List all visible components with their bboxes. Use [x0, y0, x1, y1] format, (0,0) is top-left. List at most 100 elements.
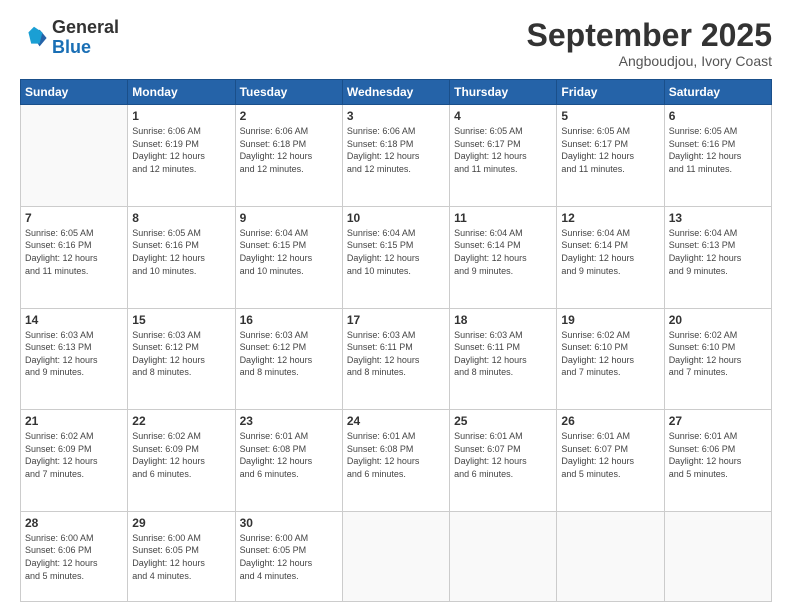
day-info: Sunrise: 6:03 AM Sunset: 6:12 PM Dayligh…	[132, 329, 230, 379]
table-row	[450, 511, 557, 601]
day-info: Sunrise: 6:02 AM Sunset: 6:09 PM Dayligh…	[132, 430, 230, 480]
col-sunday: Sunday	[21, 80, 128, 105]
title-block: September 2025 Angboudjou, Ivory Coast	[527, 18, 772, 69]
col-friday: Friday	[557, 80, 664, 105]
location-subtitle: Angboudjou, Ivory Coast	[527, 53, 772, 69]
calendar-week-row: 7 Sunrise: 6:05 AM Sunset: 6:16 PM Daylig…	[21, 206, 772, 308]
day-number: 10	[347, 211, 445, 225]
calendar-header-row: Sunday Monday Tuesday Wednesday Thursday…	[21, 80, 772, 105]
day-info: Sunrise: 6:05 AM Sunset: 6:16 PM Dayligh…	[25, 227, 123, 277]
table-row: 18Sunrise: 6:03 AM Sunset: 6:11 PM Dayli…	[450, 308, 557, 410]
day-info: Sunrise: 6:06 AM Sunset: 6:18 PM Dayligh…	[347, 125, 445, 175]
day-number: 25	[454, 414, 552, 428]
day-number: 2	[240, 109, 338, 123]
table-row: 24Sunrise: 6:01 AM Sunset: 6:08 PM Dayli…	[342, 410, 449, 512]
calendar-week-row: 28 Sunrise: 6:00 AM Sunset: 6:06 PM Dayli…	[21, 511, 772, 601]
day-number: 12	[561, 211, 659, 225]
col-wednesday: Wednesday	[342, 80, 449, 105]
day-info: Sunrise: 6:02 AM Sunset: 6:10 PM Dayligh…	[669, 329, 767, 379]
table-row: 17Sunrise: 6:03 AM Sunset: 6:11 PM Dayli…	[342, 308, 449, 410]
table-row: 6Sunrise: 6:05 AM Sunset: 6:16 PM Daylig…	[664, 105, 771, 207]
day-number: 13	[669, 211, 767, 225]
logo-text: General Blue	[52, 18, 119, 58]
day-number: 15	[132, 313, 230, 327]
day-info: Sunrise: 6:03 AM Sunset: 6:13 PM Dayligh…	[25, 329, 123, 379]
table-row: 11 Sunrise: 6:04 AM Sunset: 6:14 PM Dayli…	[450, 206, 557, 308]
table-row: 19 Sunrise: 6:02 AM Sunset: 6:10 PM Dayli…	[557, 308, 664, 410]
table-row: 29Sunrise: 6:00 AM Sunset: 6:05 PM Dayli…	[128, 511, 235, 601]
day-info: Sunrise: 6:05 AM Sunset: 6:17 PM Dayligh…	[454, 125, 552, 175]
day-number: 8	[132, 211, 230, 225]
table-row: 23Sunrise: 6:01 AM Sunset: 6:08 PM Dayli…	[235, 410, 342, 512]
table-row: 20 Sunrise: 6:02 AM Sunset: 6:10 PM Dayli…	[664, 308, 771, 410]
table-row	[342, 511, 449, 601]
day-number: 16	[240, 313, 338, 327]
day-info: Sunrise: 6:05 AM Sunset: 6:17 PM Dayligh…	[561, 125, 659, 175]
table-row: 3 Sunrise: 6:06 AM Sunset: 6:18 PM Daylig…	[342, 105, 449, 207]
day-info: Sunrise: 6:02 AM Sunset: 6:09 PM Dayligh…	[25, 430, 123, 480]
header: General Blue September 2025 Angboudjou, …	[20, 18, 772, 69]
calendar-week-row: 14 Sunrise: 6:03 AM Sunset: 6:13 PM Dayli…	[21, 308, 772, 410]
table-row: 2 Sunrise: 6:06 AM Sunset: 6:18 PM Daylig…	[235, 105, 342, 207]
page: General Blue September 2025 Angboudjou, …	[0, 0, 792, 612]
table-row: 28 Sunrise: 6:00 AM Sunset: 6:06 PM Dayli…	[21, 511, 128, 601]
day-info: Sunrise: 6:02 AM Sunset: 6:10 PM Dayligh…	[561, 329, 659, 379]
day-info: Sunrise: 6:00 AM Sunset: 6:06 PM Dayligh…	[25, 532, 123, 582]
table-row	[557, 511, 664, 601]
col-thursday: Thursday	[450, 80, 557, 105]
table-row: 26 Sunrise: 6:01 AM Sunset: 6:07 PM Dayli…	[557, 410, 664, 512]
day-number: 4	[454, 109, 552, 123]
day-number: 17	[347, 313, 445, 327]
table-row: 25Sunrise: 6:01 AM Sunset: 6:07 PM Dayli…	[450, 410, 557, 512]
day-number: 29	[132, 516, 230, 530]
day-info: Sunrise: 6:04 AM Sunset: 6:14 PM Dayligh…	[454, 227, 552, 277]
day-info: Sunrise: 6:01 AM Sunset: 6:07 PM Dayligh…	[561, 430, 659, 480]
day-number: 1	[132, 109, 230, 123]
table-row: 7 Sunrise: 6:05 AM Sunset: 6:16 PM Daylig…	[21, 206, 128, 308]
day-info: Sunrise: 6:06 AM Sunset: 6:18 PM Dayligh…	[240, 125, 338, 175]
table-row: 22 Sunrise: 6:02 AM Sunset: 6:09 PM Dayli…	[128, 410, 235, 512]
day-number: 21	[25, 414, 123, 428]
day-number: 7	[25, 211, 123, 225]
logo-general: General	[52, 17, 119, 37]
day-info: Sunrise: 6:04 AM Sunset: 6:15 PM Dayligh…	[347, 227, 445, 277]
day-number: 26	[561, 414, 659, 428]
day-number: 14	[25, 313, 123, 327]
table-row: 12 Sunrise: 6:04 AM Sunset: 6:14 PM Dayli…	[557, 206, 664, 308]
day-info: Sunrise: 6:01 AM Sunset: 6:08 PM Dayligh…	[240, 430, 338, 480]
col-monday: Monday	[128, 80, 235, 105]
calendar-table: Sunday Monday Tuesday Wednesday Thursday…	[20, 79, 772, 602]
calendar-week-row: 21 Sunrise: 6:02 AM Sunset: 6:09 PM Dayli…	[21, 410, 772, 512]
logo-blue: Blue	[52, 37, 91, 57]
day-info: Sunrise: 6:00 AM Sunset: 6:05 PM Dayligh…	[240, 532, 338, 582]
day-number: 3	[347, 109, 445, 123]
day-info: Sunrise: 6:03 AM Sunset: 6:12 PM Dayligh…	[240, 329, 338, 379]
day-info: Sunrise: 6:03 AM Sunset: 6:11 PM Dayligh…	[454, 329, 552, 379]
table-row: 8Sunrise: 6:05 AM Sunset: 6:16 PM Daylig…	[128, 206, 235, 308]
table-row: 27Sunrise: 6:01 AM Sunset: 6:06 PM Dayli…	[664, 410, 771, 512]
day-number: 20	[669, 313, 767, 327]
day-number: 27	[669, 414, 767, 428]
day-number: 22	[132, 414, 230, 428]
table-row	[664, 511, 771, 601]
table-row: 1Sunrise: 6:06 AM Sunset: 6:19 PM Daylig…	[128, 105, 235, 207]
col-saturday: Saturday	[664, 80, 771, 105]
day-number: 5	[561, 109, 659, 123]
day-number: 11	[454, 211, 552, 225]
day-info: Sunrise: 6:04 AM Sunset: 6:13 PM Dayligh…	[669, 227, 767, 277]
day-info: Sunrise: 6:04 AM Sunset: 6:15 PM Dayligh…	[240, 227, 338, 277]
table-row: 15 Sunrise: 6:03 AM Sunset: 6:12 PM Dayli…	[128, 308, 235, 410]
calendar-week-row: 1Sunrise: 6:06 AM Sunset: 6:19 PM Daylig…	[21, 105, 772, 207]
table-row: 4 Sunrise: 6:05 AM Sunset: 6:17 PM Daylig…	[450, 105, 557, 207]
table-row: 16 Sunrise: 6:03 AM Sunset: 6:12 PM Dayli…	[235, 308, 342, 410]
table-row	[21, 105, 128, 207]
day-number: 30	[240, 516, 338, 530]
day-info: Sunrise: 6:04 AM Sunset: 6:14 PM Dayligh…	[561, 227, 659, 277]
col-tuesday: Tuesday	[235, 80, 342, 105]
day-number: 28	[25, 516, 123, 530]
day-number: 19	[561, 313, 659, 327]
day-number: 6	[669, 109, 767, 123]
day-number: 9	[240, 211, 338, 225]
table-row: 5 Sunrise: 6:05 AM Sunset: 6:17 PM Daylig…	[557, 105, 664, 207]
table-row: 9 Sunrise: 6:04 AM Sunset: 6:15 PM Daylig…	[235, 206, 342, 308]
